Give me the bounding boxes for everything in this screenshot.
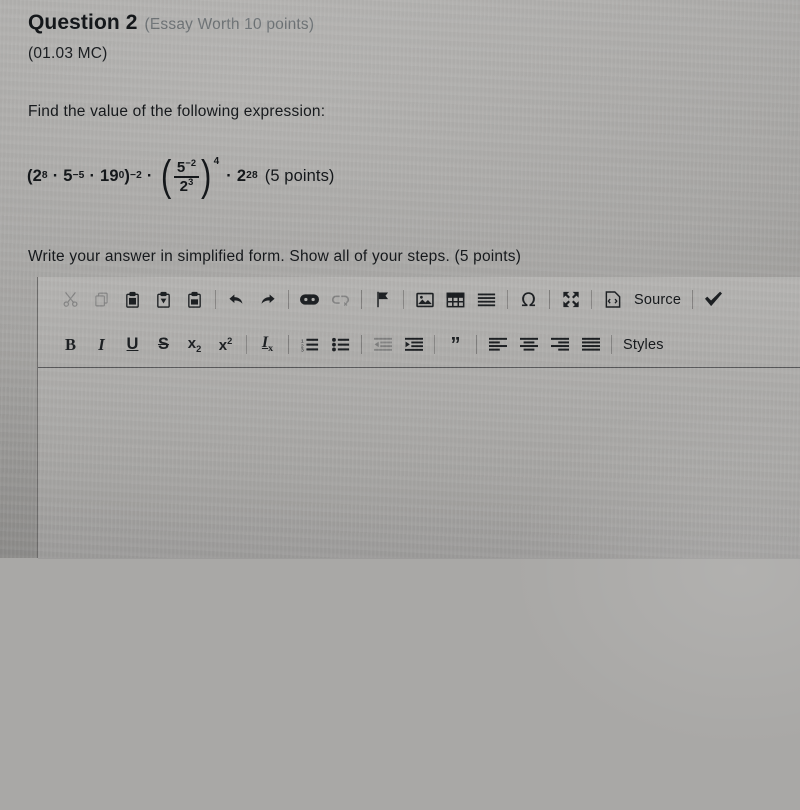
underline-button[interactable]: U xyxy=(117,331,148,359)
outdent-icon[interactable] xyxy=(367,331,398,359)
subscript-button[interactable]: x2 xyxy=(179,331,210,359)
expr-dot-4: · xyxy=(226,166,232,185)
numbered-list-icon[interactable]: 1 2 3 xyxy=(294,331,325,359)
bulleted-list-icon[interactable] xyxy=(325,331,356,359)
bold-label: B xyxy=(64,334,76,354)
paste-from-word-icon[interactable] xyxy=(179,286,210,314)
blockquote-glyph: ” xyxy=(450,333,461,356)
copy-icon[interactable] xyxy=(86,286,117,314)
subscript-label: x2 xyxy=(187,335,202,354)
expr-paren-close: ) xyxy=(201,152,212,200)
expr-term1-base: 2 xyxy=(32,166,42,185)
svg-text:1: 1 xyxy=(301,338,304,344)
align-center-icon[interactable] xyxy=(513,331,544,359)
toolbar-separator xyxy=(549,290,550,309)
omega-glyph: Ω xyxy=(521,288,536,311)
expr-numerator-exponent: −2 xyxy=(185,158,197,168)
expr-fraction-numerator: 5−2 xyxy=(176,158,197,176)
expr-term3-base: 19 xyxy=(100,166,119,185)
indent-icon[interactable] xyxy=(398,331,429,359)
expr-fraction: 5−2 23 xyxy=(173,158,200,195)
toolbar-separator xyxy=(246,335,247,354)
question-code: (01.03 MC) xyxy=(28,45,108,62)
editor-toolbar-row-2: B I U S x2 x2 Ix 1 2 3 ” Styles xyxy=(38,322,800,367)
question-worth-label: (Essay Worth 10 points) xyxy=(144,16,315,33)
toolbar-separator xyxy=(215,290,216,309)
toolbar-separator xyxy=(403,290,404,309)
svg-text:3: 3 xyxy=(301,348,304,352)
horizontal-rule-icon[interactable] xyxy=(471,286,502,314)
page-content: Question 2 (Essay Worth 10 points) (01.03… xyxy=(0,0,800,559)
expr-term2-base: 5 xyxy=(63,166,73,185)
editor-body[interactable] xyxy=(38,368,800,559)
toolbar-separator xyxy=(361,335,362,354)
expr-dot-3: · xyxy=(146,166,153,185)
paste-icon[interactable] xyxy=(117,286,148,314)
expr-dot-1: · xyxy=(52,166,59,185)
underline-label: U xyxy=(126,335,139,353)
expr-points-label: (5 points) xyxy=(264,166,335,185)
expr-fraction-denominator: 23 xyxy=(179,177,194,195)
toolbar-separator xyxy=(692,290,694,309)
source-icon[interactable] xyxy=(597,286,628,314)
answer-instruction: Write your answer in simplified form. Sh… xyxy=(28,248,522,265)
expr-paren-exponent: 4 xyxy=(213,156,220,167)
toolbar-separator xyxy=(288,290,289,309)
italic-button[interactable]: I xyxy=(86,331,117,359)
remove-format-button[interactable]: Ix xyxy=(252,331,283,359)
align-left-icon[interactable] xyxy=(482,331,513,359)
toolbar-separator xyxy=(476,335,477,354)
superscript-label: x2 xyxy=(218,335,233,354)
expr-dot-2: · xyxy=(89,166,96,185)
remove-format-label: Ix xyxy=(261,334,274,355)
justify-icon[interactable] xyxy=(575,331,606,359)
toolbar-separator xyxy=(507,290,508,309)
toolbar-separator xyxy=(361,290,362,309)
rich-text-editor: Ω Source B I U S x2 x2 Ix 1 2 3 ” Styles xyxy=(37,277,800,559)
table-icon[interactable] xyxy=(440,286,471,314)
question-prompt: Find the value of the following expressi… xyxy=(28,103,326,120)
bold-button[interactable]: B xyxy=(55,331,86,359)
expr-term4-base: 2 xyxy=(236,166,247,185)
special-character-icon[interactable]: Ω xyxy=(513,286,544,314)
strikethrough-label: S xyxy=(157,335,169,353)
cut-icon[interactable] xyxy=(55,286,86,314)
expr-paren-open: ( xyxy=(161,152,172,200)
styles-dropdown[interactable]: Styles xyxy=(617,337,670,353)
toolbar-separator xyxy=(591,290,592,309)
link-icon[interactable] xyxy=(294,286,325,314)
page-title: Question 2 xyxy=(28,11,138,34)
italic-label: I xyxy=(98,334,105,354)
superscript-button[interactable]: x2 xyxy=(210,331,241,359)
editor-toolbar: Ω Source B I U S x2 x2 Ix 1 2 3 ” Styles xyxy=(38,277,800,368)
blockquote-icon[interactable]: ” xyxy=(440,331,471,359)
paste-as-plain-text-icon[interactable] xyxy=(148,286,179,314)
unlink-icon[interactable] xyxy=(325,286,356,314)
toolbar-separator xyxy=(611,335,612,354)
image-icon[interactable] xyxy=(409,286,440,314)
expr-denominator-exponent: 3 xyxy=(188,177,194,187)
expr-fraction-block: ( 5−2 23 ) 4 xyxy=(159,152,220,200)
toolbar-separator xyxy=(288,335,289,354)
maximize-icon[interactable] xyxy=(555,286,586,314)
align-right-icon[interactable] xyxy=(544,331,575,359)
redo-icon[interactable] xyxy=(252,286,283,314)
question-header: Question 2 (Essay Worth 10 points) xyxy=(28,11,314,35)
strikethrough-button[interactable]: S xyxy=(148,331,179,359)
anchor-icon[interactable] xyxy=(367,286,398,314)
editor-toolbar-row-1: Ω Source xyxy=(38,277,800,322)
screen-photo: Question 2 (Essay Worth 10 points) (01.03… xyxy=(0,0,800,810)
math-expression: (2 8 · 5 −5 · 19 0) −2 · ( 5−2 23 ) 4 · 2 28 … xyxy=(27,152,335,200)
undo-icon[interactable] xyxy=(221,286,252,314)
toolbar-separator xyxy=(434,335,435,354)
source-button-label[interactable]: Source xyxy=(628,292,687,308)
spell-check-icon[interactable] xyxy=(698,286,729,314)
